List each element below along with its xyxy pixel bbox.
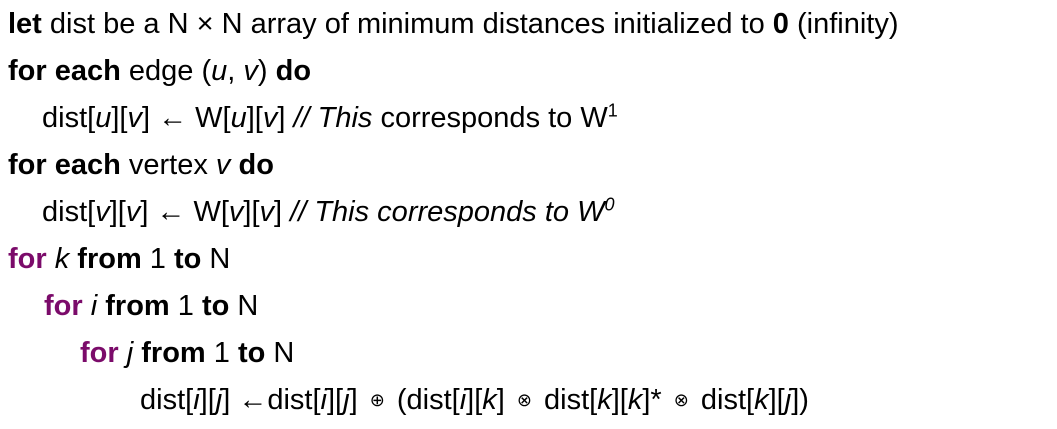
pseudocode-token: , (227, 55, 244, 87)
pseudocode-block: let dist be a N × N array of minimum dis… (0, 0, 1057, 425)
pseudocode-token: ][ (768, 384, 785, 416)
pseudocode-token: for each (8, 149, 121, 181)
pseudocode-token: u (95, 102, 112, 134)
pseudocode-token: let (8, 8, 42, 40)
pseudocode-token: ] (349, 384, 366, 416)
pseudocode-token: do (275, 55, 312, 87)
pseudocode-token: for (8, 243, 47, 275)
pseudocode-token: u (211, 55, 228, 87)
pseudocode-token: for each (8, 55, 121, 87)
pseudocode-token: 1 (205, 337, 238, 369)
pseudocode-token: dist[ (42, 196, 96, 228)
pseudocode-token: for (44, 290, 83, 322)
pseudocode-token: dist be a N × N array of minimum distanc… (41, 8, 773, 40)
pseudocode-token (119, 337, 127, 369)
pseudocode-token: dist[ (535, 384, 598, 416)
pseudocode-token: k (754, 384, 769, 416)
pseudocode-line-8: for j from 1 to N (0, 331, 1057, 378)
pseudocode-token: from (77, 243, 142, 275)
pseudocode-token: k (482, 384, 497, 416)
pseudocode-token: v (259, 196, 275, 228)
pseudocode-token: ][ (199, 384, 216, 416)
pseudocode-token: N (201, 243, 231, 275)
pseudocode-token (83, 290, 91, 322)
pseudocode-token: 1 (607, 100, 618, 121)
pseudocode-token: 0 (604, 194, 615, 215)
pseudocode-line-4: for each vertex v do (0, 143, 1057, 190)
pseudocode-token: v (262, 102, 278, 134)
pseudocode-token: for (80, 337, 119, 369)
pseudocode-token: ] ← W[ (141, 102, 231, 134)
pseudocode-token: ⊕ (369, 390, 385, 410)
pseudocode-token: k (54, 243, 70, 275)
pseudocode-token: v (127, 102, 142, 134)
pseudocode-token (47, 243, 55, 275)
pseudocode-token: // This (293, 102, 373, 134)
pseudocode-token: to (201, 290, 230, 322)
pseudocode-line-3: dist[u][v] ← W[u][v] // This corresponds… (0, 96, 1057, 143)
pseudocode-token: ][ (243, 196, 260, 228)
pseudocode-token: ]) (791, 384, 809, 416)
pseudocode-line-9: dist[i][j] ←dist[i][j] ⊕ (dist[i][k] ⊗ d… (0, 378, 1057, 425)
pseudocode-token: edge ( (120, 55, 212, 87)
pseudocode-token: ⊗ (516, 390, 532, 410)
pseudocode-token: from (105, 290, 170, 322)
pseudocode-token: to (237, 337, 266, 369)
pseudocode-token: ][ (111, 102, 128, 134)
pseudocode-token: 0 (772, 8, 789, 40)
pseudocode-token: corresponds to W (372, 102, 608, 134)
pseudocode-token: ][ (466, 384, 483, 416)
pseudocode-line-2: for each edge (u, v) do (0, 49, 1057, 96)
pseudocode-token: v (95, 196, 110, 228)
pseudocode-token: ⊗ (673, 390, 689, 410)
pseudocode-token: (infinity) (788, 8, 899, 40)
pseudocode-token: N (265, 337, 295, 369)
pseudocode-token: dist[ (140, 384, 194, 416)
pseudocode-token: ][ (109, 196, 126, 228)
pseudocode-token: // This corresponds to W (290, 196, 605, 228)
pseudocode-token: k (627, 384, 643, 416)
pseudocode-line-5: dist[v][v] ← W[v][v] // This corresponds… (0, 190, 1057, 237)
pseudocode-token: v (215, 149, 231, 181)
pseudocode-token: from (141, 337, 206, 369)
pseudocode-token: dist[ (692, 384, 755, 416)
pseudocode-token: ] ← W[ (140, 196, 229, 228)
pseudocode-line-6: for k from 1 to N (0, 237, 1057, 284)
pseudocode-token: N (229, 290, 259, 322)
pseudocode-token: ] (274, 196, 291, 228)
pseudocode-token: u (230, 102, 247, 134)
pseudocode-token: v (243, 55, 258, 87)
pseudocode-token: (dist[ (388, 384, 460, 416)
pseudocode-token: ] (277, 102, 294, 134)
pseudocode-token: 1 (141, 243, 174, 275)
pseudocode-line-7: for i from 1 to N (0, 284, 1057, 331)
pseudocode-line-1: let dist be a N × N array of minimum dis… (0, 2, 1057, 49)
pseudocode-token: v (125, 196, 141, 228)
pseudocode-token: ][ (246, 102, 263, 134)
pseudocode-token: ][ (611, 384, 628, 416)
pseudocode-token: k (597, 384, 612, 416)
pseudocode-token: ] (496, 384, 513, 416)
pseudocode-token: do (238, 149, 274, 181)
pseudocode-token: to (174, 243, 202, 275)
pseudocode-token: 1 (169, 290, 202, 322)
pseudocode-token: dist[ (42, 102, 96, 134)
pseudocode-token: ]* (642, 384, 670, 416)
pseudocode-token: ][ (326, 384, 344, 416)
pseudocode-token: ) (257, 55, 276, 87)
pseudocode-token: ] ←dist[ (222, 384, 321, 416)
pseudocode-token: vertex (120, 149, 216, 181)
pseudocode-token: v (228, 196, 244, 228)
